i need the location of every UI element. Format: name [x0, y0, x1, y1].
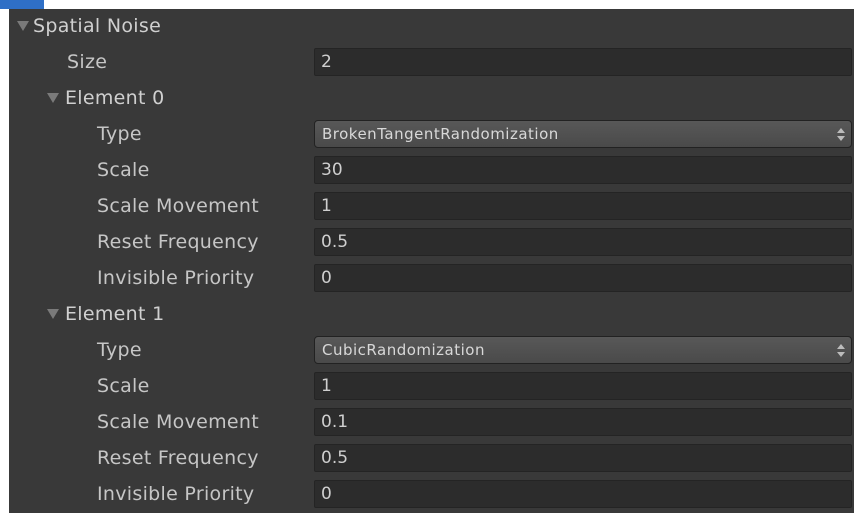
triangle-down-icon[interactable]: [17, 21, 29, 31]
element-1-label: Element 1: [65, 303, 165, 325]
element-0-reset-frequency-row: Reset Frequency 0.5: [9, 225, 854, 261]
size-row: Size 2: [9, 45, 854, 81]
element-0-scale-row: Scale 30: [9, 153, 854, 189]
type-value: BrokenTangentRandomization: [322, 125, 559, 143]
element-1-scale-field[interactable]: 1: [314, 372, 852, 400]
type-label: Type: [97, 123, 142, 145]
element-0-type-dropdown[interactable]: BrokenTangentRandomization: [314, 120, 852, 148]
element-1-invisible-priority-field[interactable]: 0: [314, 480, 852, 508]
element-0-scale-movement-row: Scale Movement 1: [9, 189, 854, 225]
element-0-scale-movement-field[interactable]: 1: [314, 192, 852, 220]
triangle-down-icon[interactable]: [47, 309, 59, 319]
scale-movement-label: Scale Movement: [97, 411, 259, 433]
selection-accent-bar: [0, 0, 44, 9]
element-1-type-row: Type CubicRandomization: [9, 333, 854, 369]
invisible-priority-label: Invisible Priority: [97, 267, 255, 289]
type-value: CubicRandomization: [322, 341, 485, 359]
element-1-scale-row: Scale 1: [9, 369, 854, 405]
element-0-invisible-priority-row: Invisible Priority 0: [9, 261, 854, 297]
element-0-reset-frequency-field[interactable]: 0.5: [314, 228, 852, 256]
spatial-noise-foldout[interactable]: Spatial Noise: [9, 9, 854, 45]
element-0-foldout[interactable]: Element 0: [9, 81, 854, 117]
reset-frequency-label: Reset Frequency: [97, 231, 259, 253]
scale-label: Scale: [97, 375, 150, 397]
size-field[interactable]: 2: [314, 48, 852, 76]
element-0-invisible-priority-field[interactable]: 0: [314, 264, 852, 292]
screenshot-frame: Spatial Noise Size 2 Element 0 Type Brok…: [0, 0, 854, 513]
size-label: Size: [67, 51, 108, 73]
element-1-foldout[interactable]: Element 1: [9, 297, 854, 333]
spatial-noise-label: Spatial Noise: [33, 15, 162, 37]
up-down-arrows-icon: [837, 128, 845, 142]
element-0-scale-field[interactable]: 30: [314, 156, 852, 184]
scale-label: Scale: [97, 159, 150, 181]
inspector-panel: Spatial Noise Size 2 Element 0 Type Brok…: [9, 9, 854, 513]
element-1-reset-frequency-row: Reset Frequency 0.5: [9, 441, 854, 477]
invisible-priority-label: Invisible Priority: [97, 483, 255, 505]
element-1-reset-frequency-field[interactable]: 0.5: [314, 444, 852, 472]
element-0-label: Element 0: [65, 87, 165, 109]
element-0-type-row: Type BrokenTangentRandomization: [9, 117, 854, 153]
reset-frequency-label: Reset Frequency: [97, 447, 259, 469]
element-1-type-dropdown[interactable]: CubicRandomization: [314, 336, 852, 364]
up-down-arrows-icon: [837, 344, 845, 358]
scale-movement-label: Scale Movement: [97, 195, 259, 217]
type-label: Type: [97, 339, 142, 361]
element-1-scale-movement-field[interactable]: 0.1: [314, 408, 852, 436]
triangle-down-icon[interactable]: [47, 93, 59, 103]
element-1-invisible-priority-row: Invisible Priority 0: [9, 477, 854, 513]
element-1-scale-movement-row: Scale Movement 0.1: [9, 405, 854, 441]
